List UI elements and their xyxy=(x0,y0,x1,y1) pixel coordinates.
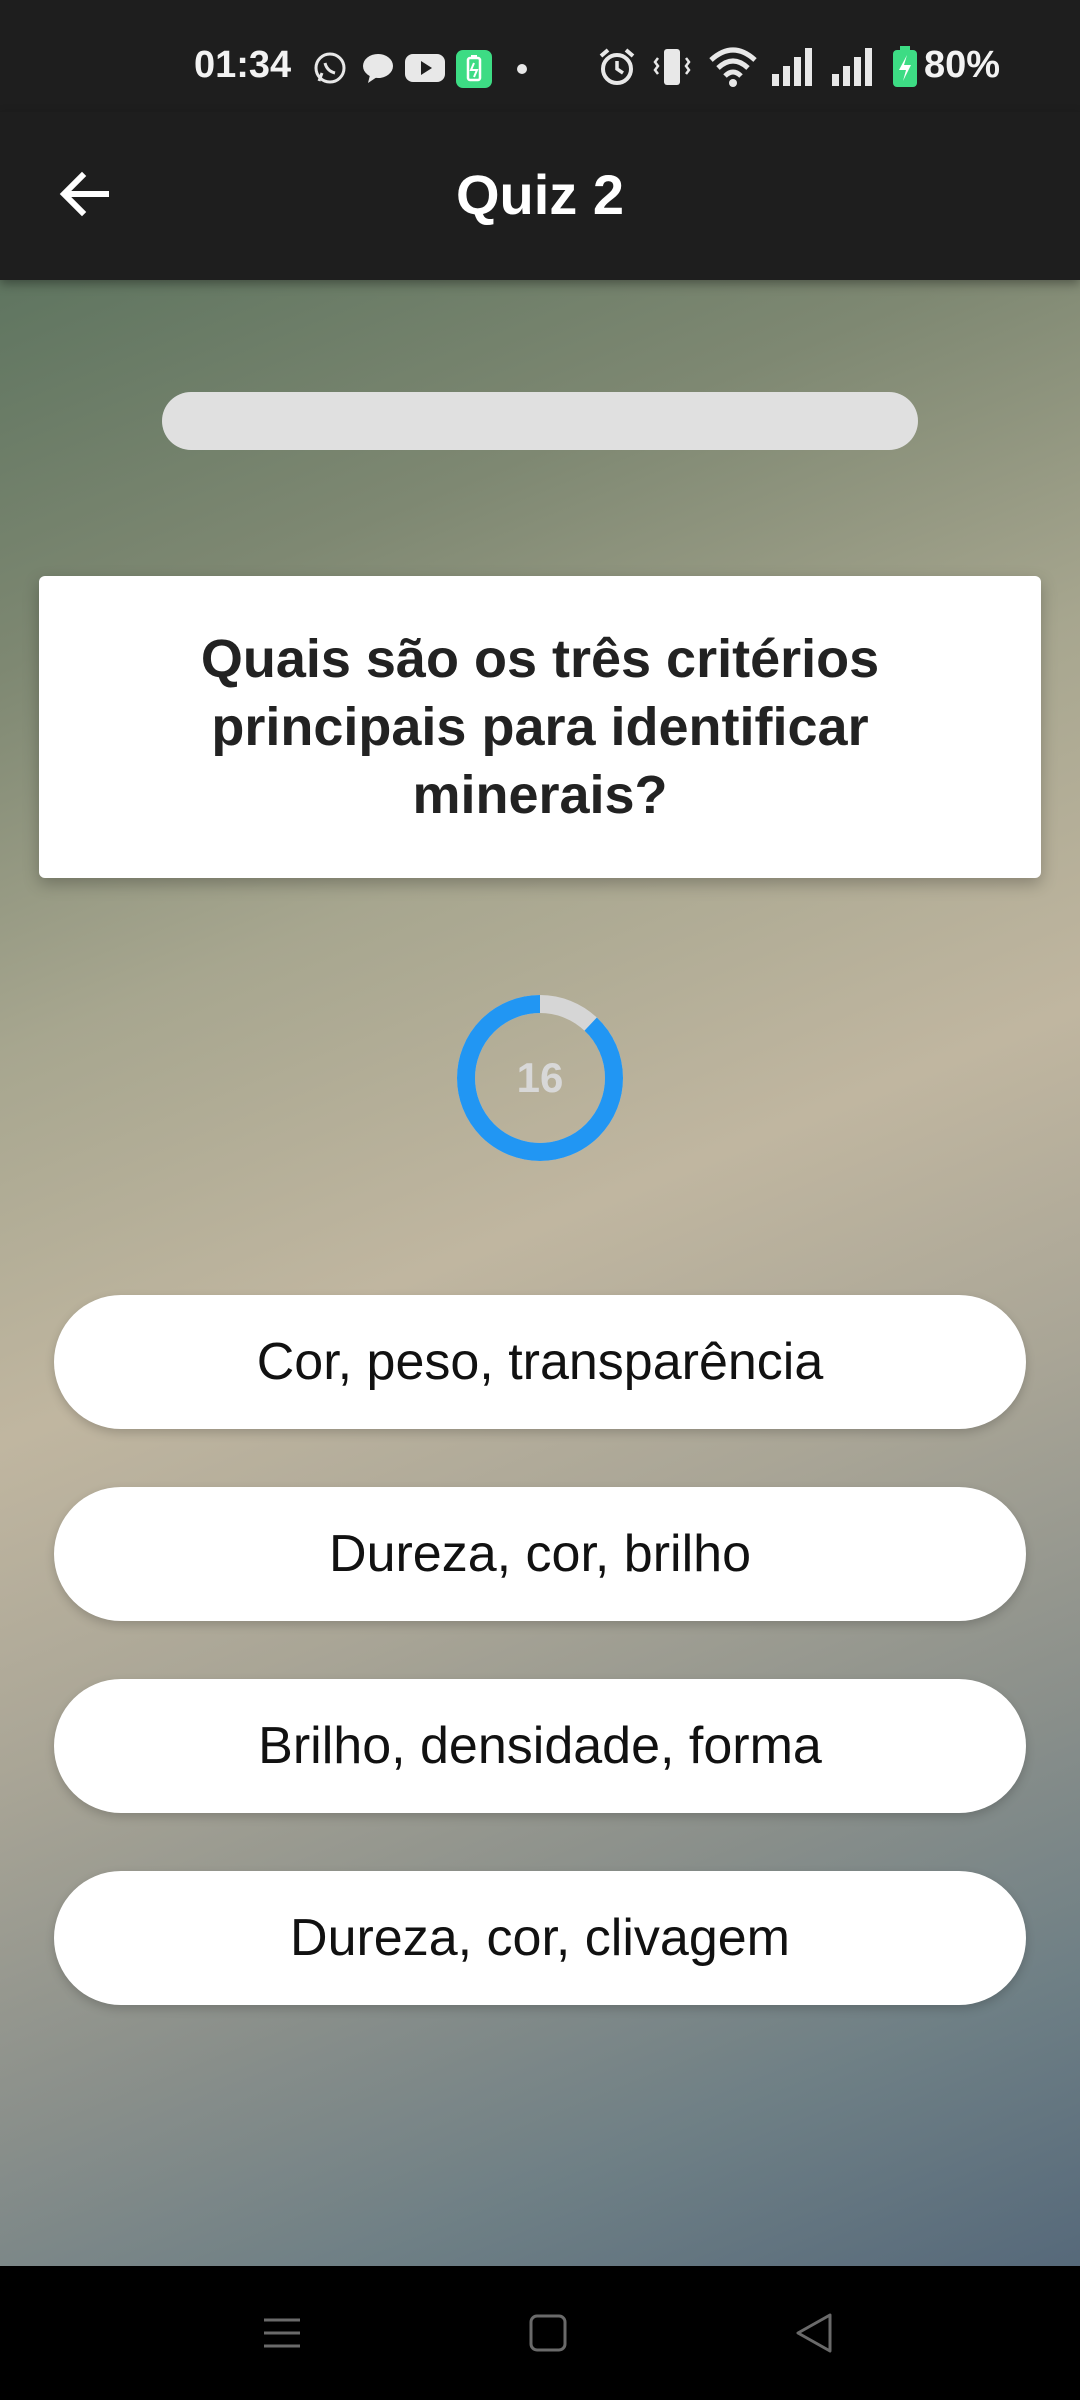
question-text: Quais são os três critérios principais p… xyxy=(200,629,880,825)
status-bar: 01:34 80% xyxy=(0,0,1080,112)
dot-icon xyxy=(516,62,528,80)
home-icon[interactable] xyxy=(528,2308,568,2363)
battery-saver-icon xyxy=(456,50,492,93)
battery-charging-icon xyxy=(892,46,918,93)
answer-option-3[interactable]: Brilho, densidade, forma xyxy=(54,1679,1026,1813)
signal-icon xyxy=(770,46,818,93)
vibrate-icon xyxy=(652,46,692,93)
status-time: 01:34 xyxy=(194,44,292,86)
youtube-icon xyxy=(404,50,446,91)
chat-bubble-icon xyxy=(360,50,396,91)
system-navigation-bar xyxy=(0,2266,1080,2400)
countdown-timer: 16 xyxy=(456,994,624,1162)
menu-icon[interactable] xyxy=(262,2308,302,2363)
alarm-icon xyxy=(596,46,638,93)
question-card: Quais são os três critérios principais p… xyxy=(39,576,1041,878)
quiz-progress-bar xyxy=(162,392,918,450)
battery-percentage: 80% xyxy=(924,44,1001,86)
signal-icon xyxy=(830,46,878,93)
answer-option-4[interactable]: Dureza, cor, clivagem xyxy=(54,1871,1026,2005)
answer-list: Cor, peso, transparência Dureza, cor, br… xyxy=(54,1295,1026,2063)
timer-value: 16 xyxy=(516,1054,564,1101)
answer-option-2[interactable]: Dureza, cor, brilho xyxy=(54,1487,1026,1621)
answer-option-1[interactable]: Cor, peso, transparência xyxy=(54,1295,1026,1429)
page-title: Quiz 2 xyxy=(455,163,625,226)
quiz-content: Quais são os três critérios principais p… xyxy=(0,280,1080,2266)
back-triangle-icon[interactable] xyxy=(794,2308,834,2363)
whatsapp-icon xyxy=(312,50,348,91)
wifi-icon xyxy=(708,46,758,93)
app-bar: Quiz 2 xyxy=(0,112,1080,280)
